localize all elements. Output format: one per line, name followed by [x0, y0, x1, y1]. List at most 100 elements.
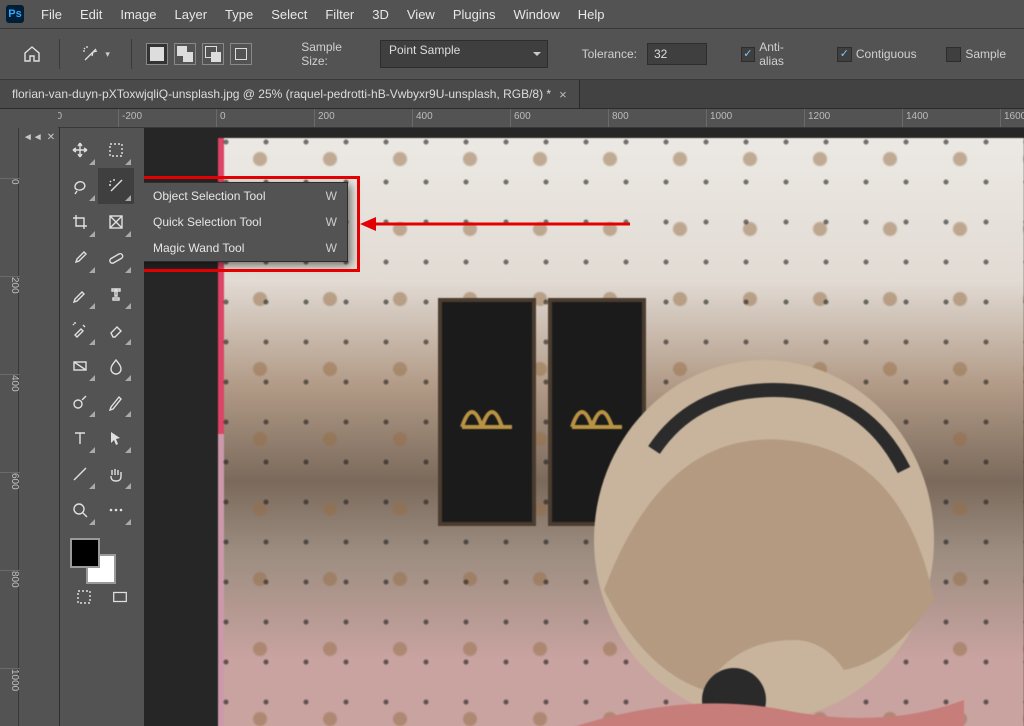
- sample-size-dropdown[interactable]: Point Sample: [380, 40, 548, 68]
- panel-collapse-strip: ◄◄ ✕: [19, 128, 60, 726]
- new-selection-button[interactable]: [146, 43, 168, 65]
- color-swatches[interactable]: [64, 534, 140, 578]
- flyout-item-label: Object Selection Tool: [153, 189, 316, 203]
- home-button[interactable]: [18, 40, 45, 68]
- tool-flyout-menu: Object Selection Tool W Quick Selection …: [144, 182, 348, 262]
- options-bar: ▾ Sample Size: Point Sample Tolerance: A…: [0, 29, 1024, 80]
- flyout-item-label: Magic Wand Tool: [153, 241, 316, 255]
- menu-type[interactable]: Type: [216, 3, 262, 26]
- checkbox-icon: [741, 47, 756, 62]
- toolbox: [60, 128, 144, 726]
- ruler-tick: 0: [0, 178, 20, 185]
- flyout-item-object-selection-tool[interactable]: Object Selection Tool W: [144, 183, 347, 209]
- separator: [59, 39, 60, 69]
- ruler-tick: 400: [412, 109, 433, 128]
- path-selection-tool[interactable]: [98, 420, 134, 456]
- sample-all-layers-checkbox[interactable]: Sample: [946, 47, 1006, 62]
- menu-select[interactable]: Select: [262, 3, 316, 26]
- ruler-tick: 1000: [0, 668, 20, 691]
- eraser-tool[interactable]: [98, 312, 134, 348]
- anti-alias-label: Anti-alias: [759, 40, 807, 68]
- menu-3d[interactable]: 3D: [363, 3, 398, 26]
- tolerance-input[interactable]: [647, 43, 707, 65]
- line-tool[interactable]: [62, 456, 98, 492]
- document-tab-bar: florian-van-duyn-pXToxwjqliQ-unsplash.jp…: [0, 80, 1024, 109]
- ruler-tick: 1600: [1000, 109, 1024, 128]
- ruler-tick: 800: [608, 109, 629, 128]
- document-tab[interactable]: florian-van-duyn-pXToxwjqliQ-unsplash.jp…: [0, 80, 580, 108]
- gradient-tool[interactable]: [62, 348, 98, 384]
- clone-stamp-tool[interactable]: [98, 276, 134, 312]
- close-tab-button[interactable]: ×: [559, 87, 567, 102]
- contiguous-checkbox[interactable]: Contiguous: [837, 47, 917, 62]
- brush-tool[interactable]: [62, 276, 98, 312]
- marquee-tool[interactable]: [98, 132, 134, 168]
- frame-tool[interactable]: [98, 204, 134, 240]
- ruler-horizontal: -400 -200 0 200 400 600 800 1000 1200 14…: [58, 109, 1024, 128]
- ruler-tick: 600: [510, 109, 531, 128]
- ruler-tick: 800: [0, 570, 20, 588]
- move-tool[interactable]: [62, 132, 98, 168]
- screen-mode-button[interactable]: [104, 584, 136, 610]
- contiguous-label: Contiguous: [856, 47, 917, 61]
- crop-tool[interactable]: [62, 204, 98, 240]
- flyout-item-magic-wand-tool[interactable]: Magic Wand Tool W: [144, 235, 347, 261]
- menu-help[interactable]: Help: [569, 3, 614, 26]
- close-panel-button[interactable]: ✕: [47, 132, 55, 143]
- ruler-tick: 1000: [706, 109, 732, 128]
- collapse-chevrons-icon[interactable]: ◄◄: [23, 132, 43, 143]
- separator: [131, 39, 132, 69]
- document-tab-title: florian-van-duyn-pXToxwjqliQ-unsplash.jp…: [12, 87, 551, 101]
- flyout-item-shortcut: W: [326, 215, 337, 229]
- dodge-tool[interactable]: [62, 384, 98, 420]
- anti-alias-checkbox[interactable]: Anti-alias: [741, 40, 808, 68]
- sample-size-label: Sample Size:: [301, 40, 370, 68]
- hand-tool[interactable]: [98, 456, 134, 492]
- ruler-vertical: 0 200 400 600 800 1000: [0, 128, 19, 726]
- sample-all-label: Sample: [965, 47, 1006, 61]
- chevron-down-icon: ▾: [105, 49, 110, 60]
- subtract-selection-button[interactable]: [202, 43, 224, 65]
- zoom-tool[interactable]: [62, 492, 98, 528]
- more-tools[interactable]: [98, 492, 134, 528]
- ruler-tick: 0: [216, 109, 226, 128]
- ruler-tick: 200: [314, 109, 335, 128]
- add-selection-button[interactable]: [174, 43, 196, 65]
- magic-wand-tool[interactable]: [98, 168, 134, 204]
- menu-edit[interactable]: Edit: [71, 3, 111, 26]
- ruler-tick: 600: [0, 472, 20, 490]
- ruler-tick: 1200: [804, 109, 830, 128]
- menu-image[interactable]: Image: [111, 3, 165, 26]
- blur-tool[interactable]: [98, 348, 134, 384]
- menu-plugins[interactable]: Plugins: [444, 3, 505, 26]
- ruler-tick: -200: [118, 109, 142, 128]
- menu-bar: Ps File Edit Image Layer Type Select Fil…: [0, 0, 1024, 29]
- foreground-color[interactable]: [70, 538, 100, 568]
- tolerance-label: Tolerance:: [582, 47, 637, 61]
- flyout-item-shortcut: W: [326, 241, 337, 255]
- menu-window[interactable]: Window: [504, 3, 568, 26]
- checkbox-icon: [837, 47, 852, 62]
- selection-mode-group: [146, 43, 252, 65]
- flyout-item-quick-selection-tool[interactable]: Quick Selection Tool W: [144, 209, 347, 235]
- type-tool[interactable]: [62, 420, 98, 456]
- ruler-tick: 400: [0, 374, 20, 392]
- healing-brush-tool[interactable]: [98, 240, 134, 276]
- canvas-area[interactable]: Object Selection Tool W Quick Selection …: [144, 128, 1024, 726]
- ruler-tick: -400: [58, 109, 62, 128]
- checkbox-icon: [946, 47, 961, 62]
- intersect-selection-button[interactable]: [230, 43, 252, 65]
- menu-layer[interactable]: Layer: [166, 3, 217, 26]
- menu-file[interactable]: File: [32, 3, 71, 26]
- ruler-tick: 200: [0, 276, 20, 294]
- current-tool-icon[interactable]: ▾: [74, 40, 117, 68]
- history-brush-tool[interactable]: [62, 312, 98, 348]
- menu-filter[interactable]: Filter: [316, 3, 363, 26]
- quick-mask-button[interactable]: [68, 584, 100, 610]
- app-logo: Ps: [6, 5, 24, 23]
- flyout-item-label: Quick Selection Tool: [153, 215, 316, 229]
- eyedropper-tool[interactable]: [62, 240, 98, 276]
- menu-view[interactable]: View: [398, 3, 444, 26]
- lasso-tool[interactable]: [62, 168, 98, 204]
- pen-tool[interactable]: [98, 384, 134, 420]
